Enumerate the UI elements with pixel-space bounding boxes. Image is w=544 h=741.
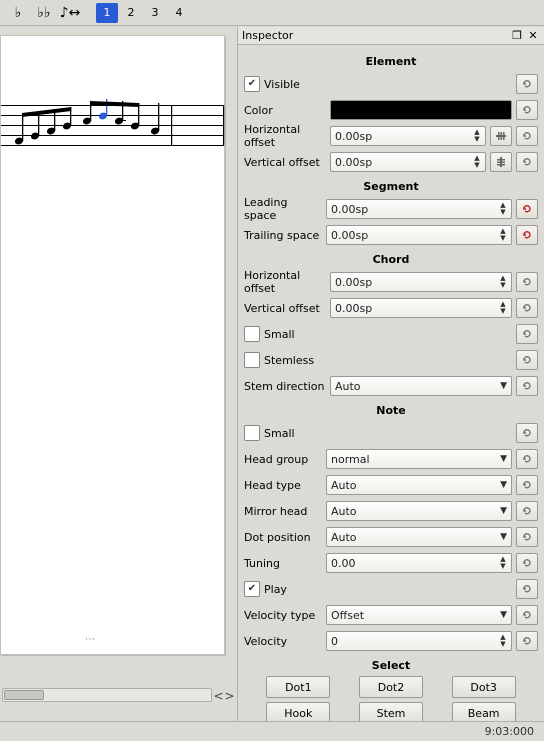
mirror-combo[interactable]: Auto▼: [326, 501, 512, 521]
reset-mirror-button[interactable]: [516, 501, 538, 521]
score-page[interactable]: [0, 35, 225, 655]
voice-3-button[interactable]: 3: [144, 3, 166, 23]
hsnap-button[interactable]: [490, 126, 512, 146]
reset-leading-button[interactable]: [516, 199, 538, 219]
select-dot3-button[interactable]: Dot3: [452, 676, 516, 698]
vsnap-button[interactable]: [490, 152, 512, 172]
headgroup-combo[interactable]: normal▼: [326, 449, 512, 469]
reset-headtype-button[interactable]: [516, 475, 538, 495]
undock-icon[interactable]: ❐: [510, 29, 524, 43]
dotpos-combo[interactable]: Auto▼: [326, 527, 512, 547]
select-beam-button[interactable]: Beam: [452, 702, 516, 721]
velocity-label: Velocity: [244, 635, 322, 648]
reset-stemdir-button[interactable]: [516, 376, 538, 396]
reset-chord-small-button[interactable]: [516, 324, 538, 344]
status-position: 9:03:000: [485, 725, 534, 738]
velocity-spinbox[interactable]: 0▲▼: [326, 631, 512, 651]
tuning-label: Tuning: [244, 557, 322, 570]
color-label: Color: [244, 104, 326, 117]
section-element-heading: Element: [244, 55, 538, 68]
notes-svg: [1, 93, 226, 163]
chord-voffset-label: Vertical offset: [244, 302, 326, 315]
score-nav: < >: [213, 689, 235, 703]
chord-hoffset-label: Horizontal offset: [244, 269, 326, 295]
section-note-heading: Note: [244, 404, 538, 417]
reset-note-small-button[interactable]: [516, 423, 538, 443]
reset-voffset-button[interactable]: [516, 152, 538, 172]
tuning-spinbox[interactable]: 0.00▲▼: [326, 553, 512, 573]
reset-tuning-button[interactable]: [516, 553, 538, 573]
select-hook-button[interactable]: Hook: [266, 702, 330, 721]
staff: [1, 105, 224, 145]
color-swatch[interactable]: [330, 100, 512, 120]
reset-visible-button[interactable]: [516, 74, 538, 94]
reset-dotpos-button[interactable]: [516, 527, 538, 547]
nav-prev-icon[interactable]: <: [213, 689, 224, 703]
voice-2-button[interactable]: 2: [120, 3, 142, 23]
stemdir-label: Stem direction: [244, 380, 326, 393]
chord-voffset-spinbox[interactable]: 0.00sp▲▼: [330, 298, 512, 318]
double-flat-button[interactable]: ♭♭: [32, 2, 56, 24]
horizontal-scrollbar[interactable]: [2, 688, 212, 702]
reset-veltype-button[interactable]: [516, 605, 538, 625]
veltype-combo[interactable]: Offset▼: [326, 605, 512, 625]
chord-small-label: Small: [264, 328, 512, 341]
chord-small-checkbox[interactable]: [244, 326, 260, 342]
voffset-spinbox[interactable]: 0.00sp▲▼: [330, 152, 486, 172]
leading-spinbox[interactable]: 0.00sp▲▼: [326, 199, 512, 219]
inspector-panel: Inspector ❐ ✕ Element Visible Color Hori…: [237, 27, 544, 721]
trailing-label: Trailing space: [244, 229, 322, 242]
hoffset-label: Horizontal offset: [244, 123, 326, 149]
mirror-label: Mirror head: [244, 505, 322, 518]
visible-checkbox[interactable]: [244, 76, 260, 92]
visible-label: Visible: [264, 78, 512, 91]
section-segment-heading: Segment: [244, 180, 538, 193]
reset-chord-voffset-button[interactable]: [516, 298, 538, 318]
veltype-label: Velocity type: [244, 609, 322, 622]
dotpos-label: Dot position: [244, 531, 322, 544]
reset-velocity-button[interactable]: [516, 631, 538, 651]
close-icon[interactable]: ✕: [526, 29, 540, 43]
reset-trailing-button[interactable]: [516, 225, 538, 245]
nav-next-icon[interactable]: >: [224, 689, 235, 703]
note-small-checkbox[interactable]: [244, 425, 260, 441]
voice-4-button[interactable]: 4: [168, 3, 190, 23]
note-small-label: Small: [264, 427, 512, 440]
reset-stemless-button[interactable]: [516, 350, 538, 370]
inspector-title: Inspector: [242, 29, 508, 42]
flat-button[interactable]: ♭: [6, 2, 30, 24]
resize-handle-icon[interactable]: ⋯: [85, 634, 97, 645]
select-dot1-button[interactable]: Dot1: [266, 676, 330, 698]
inspector-titlebar: Inspector ❐ ✕: [238, 27, 544, 45]
play-checkbox[interactable]: [244, 581, 260, 597]
reset-color-button[interactable]: [516, 100, 538, 120]
stemless-label: Stemless: [264, 354, 512, 367]
reset-hoffset-button[interactable]: [516, 126, 538, 146]
score-area: ⋯ < >: [0, 27, 235, 713]
trailing-spinbox[interactable]: 0.00sp▲▼: [326, 225, 512, 245]
headgroup-label: Head group: [244, 453, 322, 466]
leading-label: Leading space: [244, 196, 322, 222]
play-label: Play: [264, 583, 512, 596]
reset-play-button[interactable]: [516, 579, 538, 599]
flip-direction-button[interactable]: ♪↔: [58, 2, 82, 24]
select-dot2-button[interactable]: Dot2: [359, 676, 423, 698]
section-select-heading: Select: [244, 659, 538, 672]
voice-1-button[interactable]: 1: [96, 3, 118, 23]
stemdir-combo[interactable]: Auto▼: [330, 376, 512, 396]
reset-headgroup-button[interactable]: [516, 449, 538, 469]
hoffset-spinbox[interactable]: 0.00sp▲▼: [330, 126, 486, 146]
status-bar: 9:03:000: [0, 721, 544, 741]
headtype-label: Head type: [244, 479, 322, 492]
select-stem-button[interactable]: Stem: [359, 702, 423, 721]
stemless-checkbox[interactable]: [244, 352, 260, 368]
reset-chord-hoffset-button[interactable]: [516, 272, 538, 292]
chord-hoffset-spinbox[interactable]: 0.00sp▲▼: [330, 272, 512, 292]
voffset-label: Vertical offset: [244, 156, 326, 169]
section-chord-heading: Chord: [244, 253, 538, 266]
headtype-combo[interactable]: Auto▼: [326, 475, 512, 495]
toolbar: ♭ ♭♭ ♪↔ 1 2 3 4: [0, 0, 544, 26]
